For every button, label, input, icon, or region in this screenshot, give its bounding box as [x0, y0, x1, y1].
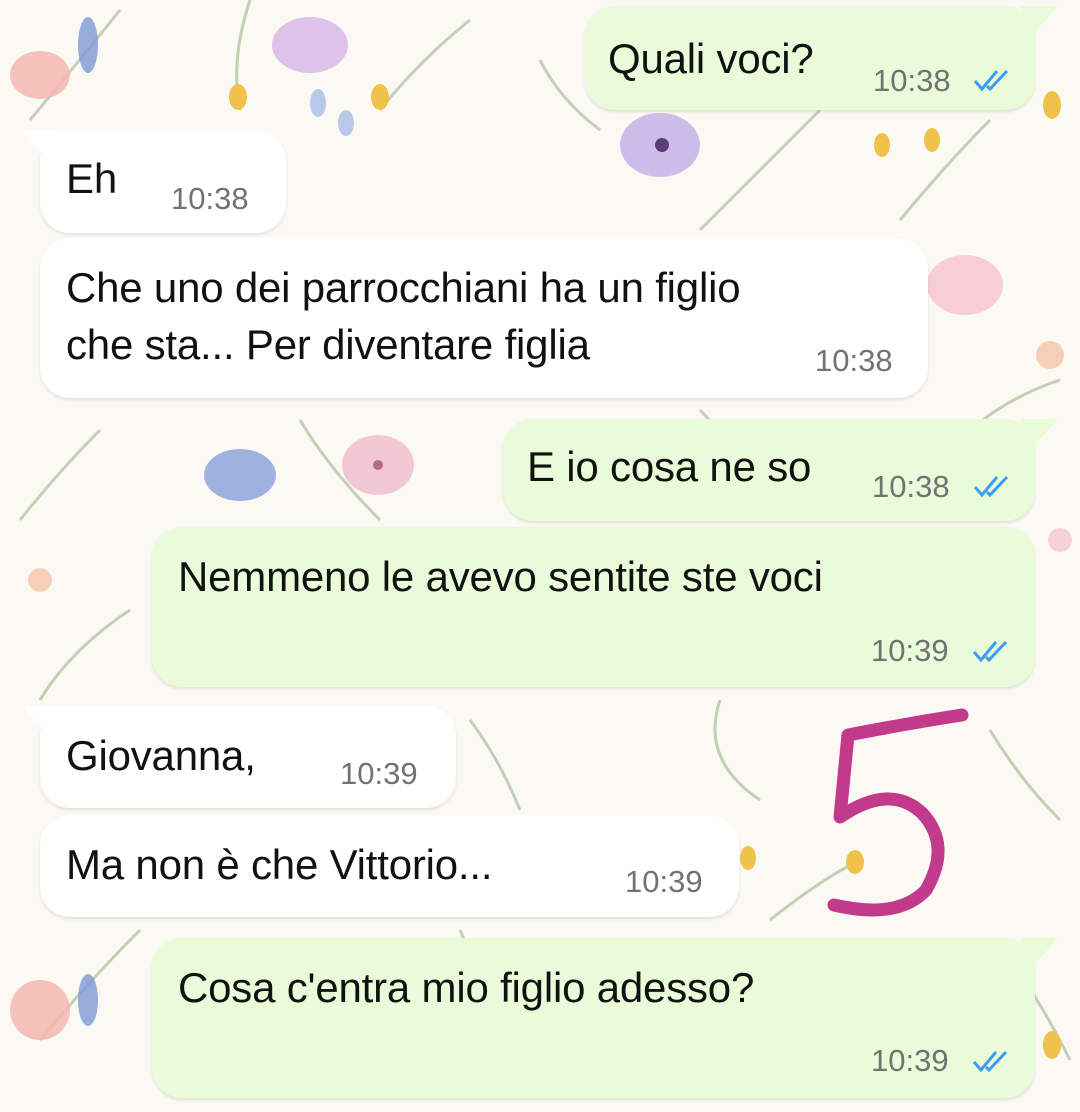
- bubble-tail: [22, 706, 60, 736]
- message-time: 10:39: [871, 633, 949, 668]
- message-time: 10:39: [340, 756, 418, 791]
- message-text: Ma non è che Vittorio...: [66, 841, 493, 888]
- handwritten-number-annotation: [827, 708, 969, 917]
- message-time: 10:38: [873, 63, 951, 98]
- message-bubble-outgoing[interactable]: Cosa c'entra mio figlio adesso? 10:39: [152, 938, 1035, 1098]
- message-time: 10:38: [815, 343, 893, 378]
- message-time: 10:39: [871, 1043, 949, 1078]
- read-ticks-icon: [972, 640, 1008, 663]
- read-ticks-icon: [973, 69, 1009, 92]
- bubble-tail: [1020, 6, 1058, 36]
- message-text: E io cosa ne so: [527, 443, 812, 490]
- message-bubble-outgoing[interactable]: E io cosa ne so 10:38: [503, 419, 1035, 521]
- message-text: Giovanna,: [66, 732, 256, 779]
- message-text-line-2: che sta... Per diventare figlia: [66, 321, 590, 368]
- message-bubble-incoming[interactable]: Che uno dei parrocchiani ha un figlio ch…: [40, 238, 928, 398]
- read-ticks-icon: [972, 1050, 1008, 1073]
- bubble-tail: [1020, 419, 1058, 449]
- bubble-tail: [22, 131, 60, 161]
- message-text: Eh: [66, 155, 117, 202]
- message-text: Quali voci?: [608, 35, 814, 82]
- message-time: 10:38: [872, 469, 950, 504]
- read-ticks-icon: [973, 475, 1009, 498]
- message-bubble-outgoing[interactable]: Quali voci? 10:38: [585, 6, 1035, 110]
- message-bubble-incoming[interactable]: Eh 10:38: [40, 131, 286, 233]
- message-text: Cosa c'entra mio figlio adesso?: [178, 964, 755, 1011]
- message-bubble-outgoing[interactable]: Nemmeno le avevo sentite ste voci 10:39: [152, 527, 1035, 687]
- message-bubble-incoming[interactable]: Ma non è che Vittorio... 10:39: [40, 815, 739, 917]
- message-time: 10:38: [171, 181, 249, 216]
- message-text-line-1: Che uno dei parrocchiani ha un figlio: [66, 264, 741, 311]
- bubble-tail: [1020, 938, 1058, 968]
- message-text: Nemmeno le avevo sentite ste voci: [178, 553, 823, 600]
- message-time: 10:39: [625, 864, 703, 899]
- message-bubble-incoming[interactable]: Giovanna, 10:39: [40, 706, 456, 808]
